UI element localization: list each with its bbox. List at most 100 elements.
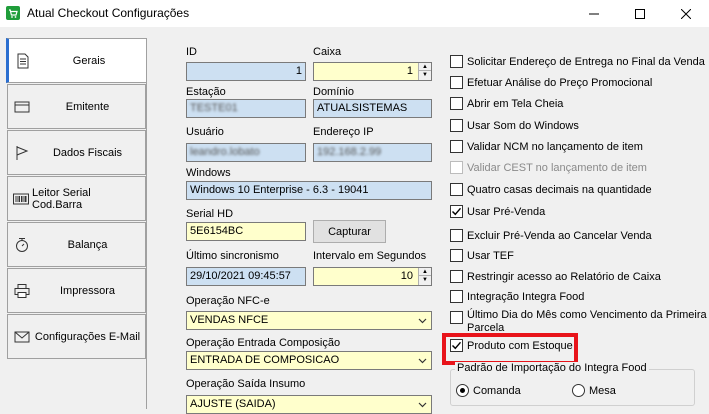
windows-field[interactable]: Windows 10 Enterprise - 6.3 - 19041: [186, 181, 432, 200]
capturar-label: Capturar: [328, 225, 371, 238]
chevron-down-icon: [418, 358, 427, 364]
spin-down-icon[interactable]: ▼: [419, 71, 431, 79]
checkbox: [450, 161, 463, 174]
option-usar-pre-venda[interactable]: Usar Pré-Venda: [450, 205, 545, 218]
usuario-value: leandro.lobato: [190, 146, 260, 158]
option-som-windows[interactable]: Usar Som do Windows: [450, 119, 579, 132]
option-quatro-casas[interactable]: Quatro casas decimais na quantidade: [450, 183, 652, 196]
option-tela-cheia[interactable]: Abrir em Tela Cheia: [450, 97, 563, 110]
checkbox[interactable]: [450, 119, 463, 132]
checkbox[interactable]: [450, 311, 463, 324]
checkbox[interactable]: [450, 55, 463, 68]
option-label: Excluir Pré-Venda ao Cancelar Venda: [467, 229, 652, 242]
window-title: Atual Checkout Configurações: [27, 6, 190, 20]
tab-emitente[interactable]: Emitente: [7, 84, 146, 129]
tab-label: Gerais: [72, 54, 106, 67]
ultimo-sincronismo-field[interactable]: 29/10/2021 09:45:57: [186, 267, 306, 286]
option-integra-food[interactable]: Integração Integra Food: [450, 290, 584, 303]
radio-label: Mesa: [589, 384, 616, 397]
estacao-label: Estação: [186, 86, 226, 98]
option-label: Validar CEST no lançamento de item: [467, 161, 647, 174]
estacao-field[interactable]: TESTE01: [186, 99, 306, 118]
card-icon: [14, 101, 30, 113]
option-validar-cest: Validar CEST no lançamento de item: [450, 161, 647, 174]
windows-label: Windows: [186, 167, 231, 179]
estacao-value: TESTE01: [190, 102, 238, 114]
checkbox[interactable]: [450, 183, 463, 196]
option-label: Solicitar Endereço de Entrega no Final d…: [467, 55, 705, 68]
checkbox[interactable]: [450, 290, 463, 303]
op-nfce-value: VENDAS NFCE: [190, 314, 269, 326]
option-label: Abrir em Tela Cheia: [467, 97, 564, 110]
chevron-down-icon: [418, 402, 427, 408]
tab-configuracoes-email[interactable]: Configurações E-Mail: [7, 314, 146, 359]
checkmark-icon: [452, 207, 462, 216]
checkbox[interactable]: [450, 229, 463, 242]
option-label: Efetuar Análise do Preço Promocional: [467, 76, 653, 89]
tab-label: Dados Fiscais: [52, 146, 123, 159]
option-label: Último Dia do Mês como Vencimento da Pri…: [467, 309, 707, 334]
option-label: Quatro casas decimais na quantidade: [467, 183, 652, 196]
radio-mesa[interactable]: Mesa: [572, 384, 616, 397]
intervalo-stepper[interactable]: 10 ▲ ▼: [313, 267, 432, 286]
option-validar-ncm[interactable]: Validar NCM no lançamento de item: [450, 140, 643, 153]
checkbox[interactable]: [450, 249, 463, 262]
chevron-down-icon: [418, 318, 427, 324]
ultimo-sincronismo-value: 29/10/2021 09:45:57: [190, 270, 291, 282]
highlight-box: [442, 333, 578, 365]
close-icon: [681, 8, 691, 19]
id-field[interactable]: 1: [186, 62, 306, 81]
usuario-field[interactable]: leandro.lobato: [186, 143, 306, 162]
checkbox-checked[interactable]: [450, 205, 463, 218]
option-label: Usar TEF: [467, 249, 514, 262]
usuario-label: Usuário: [186, 126, 224, 138]
spin-up-icon[interactable]: ▲: [419, 268, 431, 276]
option-label: Usar Som do Windows: [467, 119, 579, 132]
tab-balanca[interactable]: Balança: [7, 222, 146, 267]
tab-dados-fiscais[interactable]: Dados Fiscais: [7, 130, 146, 175]
endereco-ip-label: Endereço IP: [313, 126, 374, 138]
radio-comanda[interactable]: Comanda: [456, 384, 521, 397]
serial-hd-field[interactable]: 5E6154BC: [186, 222, 306, 241]
capturar-button[interactable]: Capturar: [313, 220, 386, 243]
spin-down-icon[interactable]: ▼: [419, 276, 431, 284]
option-label: Integração Integra Food: [467, 290, 585, 303]
option-solicitar-endereco[interactable]: Solicitar Endereço de Entrega no Final d…: [450, 55, 705, 68]
maximize-button[interactable]: [617, 0, 663, 27]
option-excluir-pre-venda[interactable]: Excluir Pré-Venda ao Cancelar Venda: [450, 229, 652, 242]
dominio-field[interactable]: ATUALSISTEMAS: [313, 99, 432, 118]
op-entrada-value: ENTRADA DE COMPOSICAO: [190, 354, 340, 366]
option-usar-tef[interactable]: Usar TEF: [450, 249, 514, 262]
checkbox[interactable]: [450, 140, 463, 153]
option-label: Restringir acesso ao Relatório de Caixa: [467, 270, 661, 283]
tab-gerais[interactable]: Gerais: [6, 38, 147, 83]
checkbox[interactable]: [450, 76, 463, 89]
serial-hd-value: 5E6154BC: [190, 225, 244, 237]
minimize-button[interactable]: [571, 0, 617, 27]
tab-label: Balança: [67, 238, 108, 251]
op-entrada-select[interactable]: ENTRADA DE COMPOSICAO: [186, 351, 432, 370]
option-restringir-relatorio[interactable]: Restringir acesso ao Relatório de Caixa: [450, 270, 661, 283]
option-label: Validar NCM no lançamento de item: [467, 140, 643, 153]
tab-impressora[interactable]: Impressora: [7, 268, 146, 313]
op-saida-select[interactable]: AJUSTE (SAIDA): [186, 395, 432, 414]
endereco-ip-field[interactable]: 192.168.2.99: [313, 143, 432, 162]
checkbox[interactable]: [450, 97, 463, 110]
radio-button[interactable]: [572, 384, 585, 397]
email-icon: [14, 331, 30, 343]
option-ultimo-dia-mes[interactable]: Último Dia do Mês como Vencimento da Pri…: [450, 309, 707, 335]
spin-up-icon[interactable]: ▲: [419, 63, 431, 71]
dominio-label: Domínio: [313, 86, 354, 98]
intervalo-label: Intervalo em Segundos: [313, 250, 427, 262]
tab-leitor-serial[interactable]: Leitor Serial Cod.Barra: [7, 176, 146, 221]
checkbox[interactable]: [450, 270, 463, 283]
radio-button-selected[interactable]: [456, 384, 469, 397]
intervalo-spin-buttons[interactable]: ▲ ▼: [418, 268, 431, 285]
ultimo-sincronismo-label: Último sincronismo: [186, 250, 279, 262]
option-analise-preco[interactable]: Efetuar Análise do Preço Promocional: [450, 76, 652, 89]
caixa-stepper[interactable]: 1 ▲ ▼: [313, 62, 432, 81]
op-nfce-select[interactable]: VENDAS NFCE: [186, 311, 432, 330]
caixa-spin-buttons[interactable]: ▲ ▼: [418, 63, 431, 80]
printer-icon: [14, 284, 30, 298]
close-button[interactable]: [663, 0, 709, 27]
